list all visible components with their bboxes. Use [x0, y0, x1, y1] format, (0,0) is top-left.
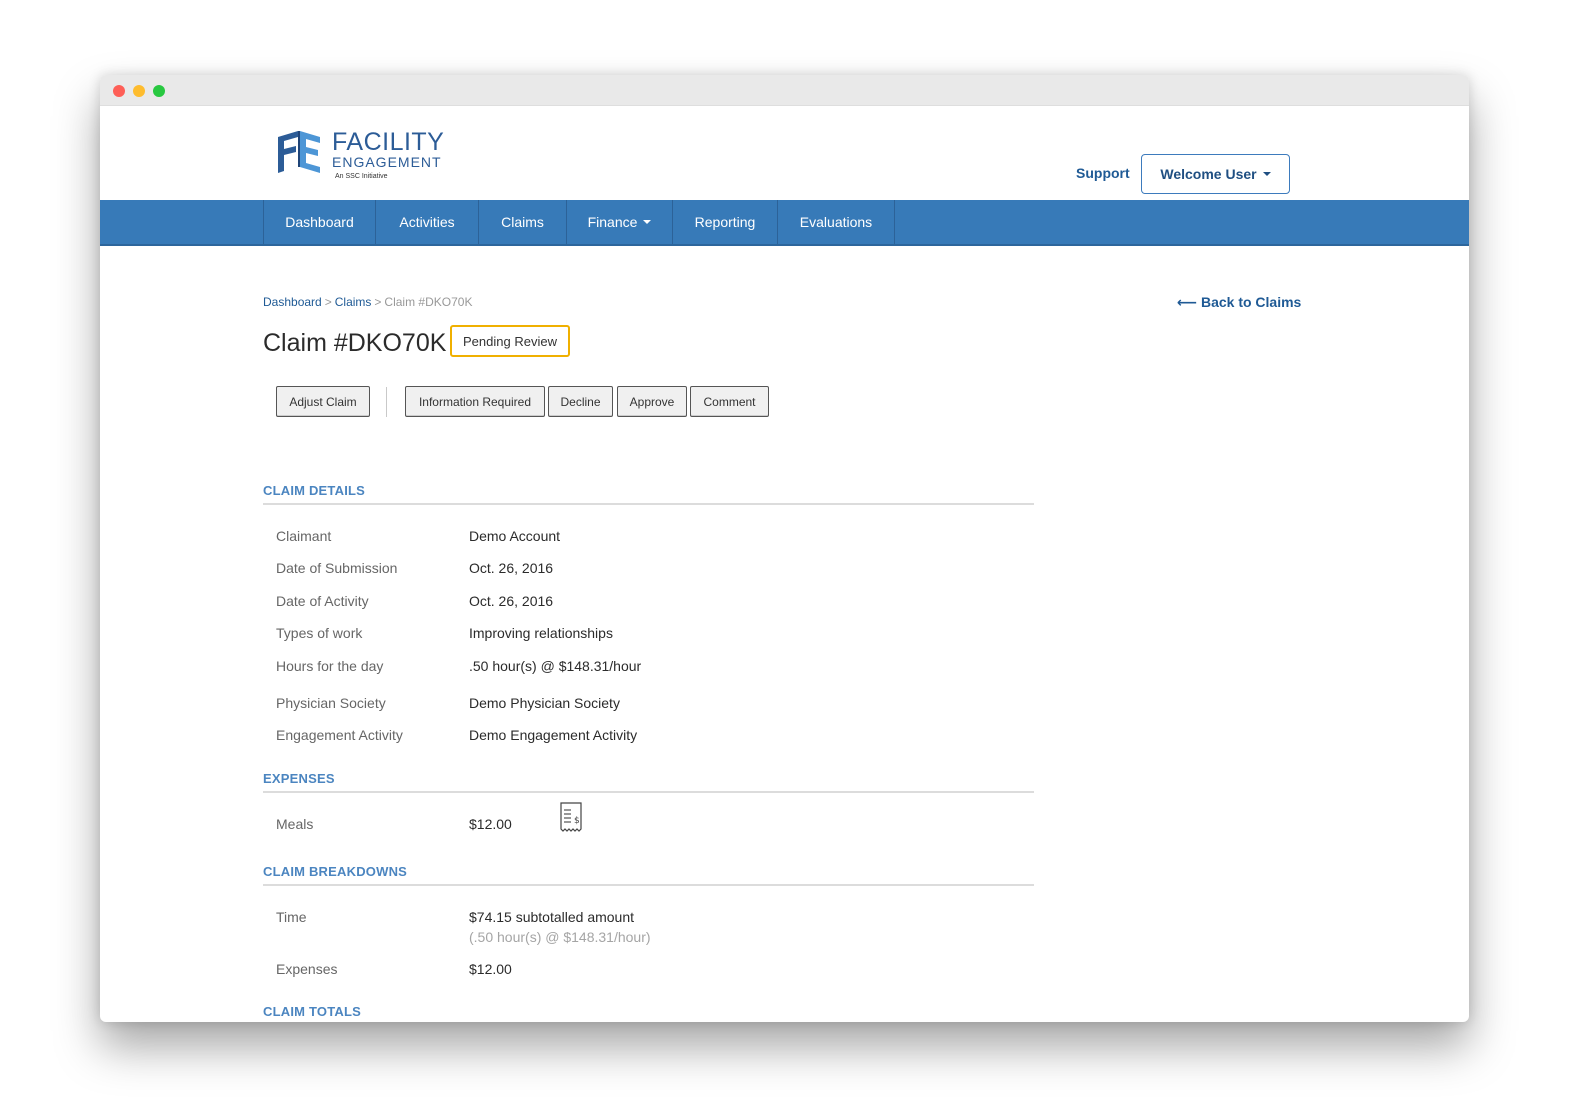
- breakdown-label: Expenses: [276, 961, 338, 977]
- detail-value: Improving relationships: [469, 625, 613, 641]
- breakdown-subvalue: (.50 hour(s) @ $148.31/hour): [469, 929, 651, 945]
- chevron-down-icon: [1262, 172, 1271, 176]
- breakdown-value: $74.15 subtotalled amount: [469, 909, 635, 925]
- nav-item-label: Reporting: [694, 214, 756, 230]
- breadcrumb-separator: >: [374, 295, 382, 309]
- site-header: FACILITY ENGAGEMENT An SSC Initiative Su…: [100, 106, 1469, 200]
- nav-item-dashboard[interactable]: Dashboard: [264, 200, 376, 244]
- maximize-window-button[interactable]: [153, 85, 165, 97]
- fe-logo-icon: [278, 131, 320, 173]
- detail-label: Engagement Activity: [276, 727, 403, 743]
- nav-item-label: Dashboard: [285, 214, 354, 230]
- receipt-icon[interactable]: $: [559, 802, 583, 832]
- comment-button[interactable]: Comment: [690, 386, 769, 417]
- detail-label: Claimant: [276, 528, 332, 544]
- close-window-button[interactable]: [113, 85, 125, 97]
- information-required-button[interactable]: Information Required: [405, 386, 545, 417]
- detail-value: Demo Physician Society: [469, 695, 620, 711]
- nav-item-label: Activities: [399, 214, 455, 230]
- facility-engagement-logo[interactable]: FACILITY ENGAGEMENT An SSC Initiative: [276, 128, 446, 183]
- nav-item-activities[interactable]: Activities: [376, 200, 479, 244]
- svg-text:$: $: [574, 816, 580, 826]
- main-navbar: Dashboard Activities Claims Finance Repo…: [100, 200, 1469, 246]
- logo-tagline: An SSC Initiative: [335, 173, 388, 180]
- breakdown-label: Time: [276, 909, 307, 925]
- nav-item-reporting[interactable]: Reporting: [673, 200, 778, 244]
- breakdown-value: $12.00: [469, 961, 512, 977]
- detail-value: Demo Account: [469, 528, 561, 544]
- actions-divider: [386, 387, 387, 417]
- nav-item-finance[interactable]: Finance: [567, 200, 673, 244]
- window-titlebar: [100, 75, 1469, 106]
- decline-button[interactable]: Decline: [548, 386, 613, 417]
- detail-label: Date of Submission: [276, 560, 398, 576]
- approve-button[interactable]: Approve: [617, 386, 687, 417]
- expense-value: $12.00: [469, 816, 512, 832]
- user-menu-button[interactable]: Welcome User: [1141, 154, 1290, 194]
- detail-value: Oct. 26, 2016: [469, 593, 554, 609]
- user-menu-label: Welcome User: [1160, 166, 1257, 182]
- support-link[interactable]: Support: [1076, 165, 1130, 181]
- claim-totals-heading: CLAIM TOTALS: [263, 1004, 361, 1019]
- breadcrumb-current: Claim #DKO70K: [384, 295, 473, 309]
- breadcrumb: Dashboard > Claims > Claim #DKO70K: [263, 295, 472, 309]
- minimize-window-button[interactable]: [133, 85, 145, 97]
- nav-item-claims[interactable]: Claims: [479, 200, 567, 244]
- page-title: Claim #DKO70K: [263, 329, 447, 357]
- back-to-claims-link[interactable]: ⟵ Back to Claims: [1177, 294, 1301, 311]
- nav-item-evaluations[interactable]: Evaluations: [778, 200, 895, 244]
- adjust-claim-button[interactable]: Adjust Claim: [276, 386, 370, 417]
- breadcrumb-link-dashboard[interactable]: Dashboard: [263, 295, 322, 309]
- chevron-down-icon: [643, 220, 652, 224]
- claim-breakdowns-heading: CLAIM BREAKDOWNS: [263, 864, 1034, 886]
- nav-item-label: Finance: [587, 214, 638, 230]
- logo-word-engagement: ENGAGEMENT: [332, 154, 442, 170]
- detail-value: .50 hour(s) @ $148.31/hour: [469, 658, 642, 674]
- breadcrumb-link-claims[interactable]: Claims: [335, 295, 372, 309]
- logo-word-facility: FACILITY: [332, 128, 445, 156]
- nav-item-label: Evaluations: [799, 214, 873, 230]
- expenses-heading: EXPENSES: [263, 771, 1034, 793]
- claim-details-heading: CLAIM DETAILS: [263, 483, 1034, 505]
- breadcrumb-separator: >: [324, 295, 332, 309]
- detail-label: Date of Activity: [276, 593, 369, 609]
- main-nav: Dashboard Activities Claims Finance Repo…: [263, 200, 895, 244]
- status-badge: Pending Review: [450, 325, 570, 357]
- nav-item-label: Claims: [501, 214, 544, 230]
- detail-value: Demo Engagement Activity: [469, 727, 638, 743]
- detail-label: Types of work: [276, 625, 363, 641]
- browser-window: FACILITY ENGAGEMENT An SSC Initiative Su…: [100, 75, 1469, 1022]
- detail-label: Physician Society: [276, 695, 386, 711]
- detail-label: Hours for the day: [276, 658, 384, 674]
- detail-value: Oct. 26, 2016: [469, 560, 554, 576]
- expense-label: Meals: [276, 816, 314, 832]
